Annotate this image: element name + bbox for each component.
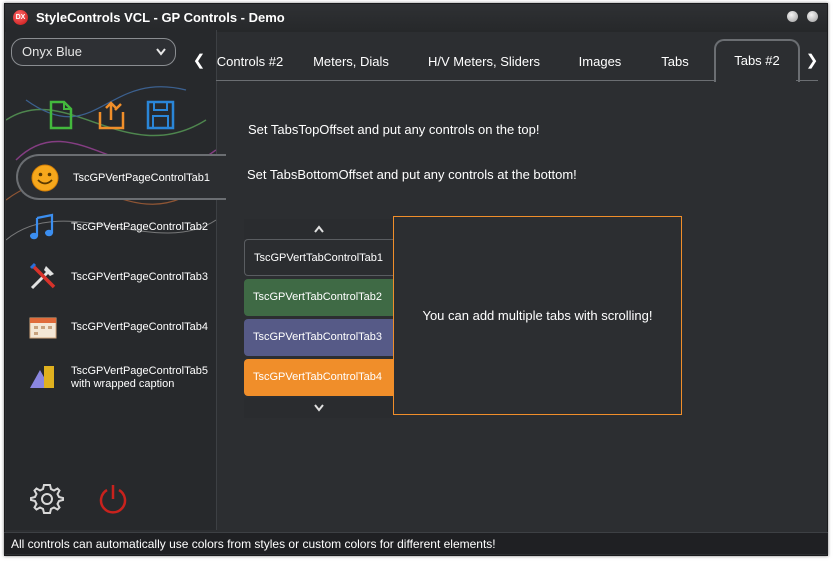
- vertical-tab-label: TscGPVertPageControlTab1: [73, 172, 210, 184]
- style-select[interactable]: Onyx Blue: [11, 38, 176, 66]
- chevron-down-icon: [156, 48, 166, 56]
- vertical-tab-3[interactable]: TscGPVertPageControlTab3: [16, 255, 226, 301]
- vertical-tab-4[interactable]: TscGPVertPageControlTab4: [16, 305, 226, 351]
- vertical-tab-label: TscGPVertPageControlTab2: [71, 221, 208, 233]
- inner-tab-panel: You can add multiple tabs with scrolling…: [393, 216, 682, 415]
- vertical-tab-label-line2: with wrapped caption: [71, 378, 175, 390]
- tab-divider: [216, 80, 714, 81]
- vertical-tab-label-line1: TscGPVertPageControlTab5: [71, 365, 208, 377]
- vertical-tab-2[interactable]: TscGPVertPageControlTab2: [16, 205, 226, 251]
- smiley-icon: [31, 164, 59, 192]
- tab-divider-right: [796, 80, 818, 81]
- tab-meters-dials[interactable]: Meters, Dials: [305, 39, 397, 82]
- inner-tab-1[interactable]: TscGPVertTabControlTab1: [244, 239, 394, 276]
- export-icon[interactable]: [97, 100, 127, 130]
- chevron-down-icon: [314, 404, 324, 412]
- inner-tab-4[interactable]: TscGPVertTabControlTab4: [244, 359, 394, 396]
- gear-icon[interactable]: [30, 482, 64, 516]
- top-offset-text: Set TabsTopOffset and put any controls o…: [248, 122, 540, 137]
- window-title: StyleControls VCL - GP Controls - Demo: [36, 10, 285, 25]
- vertical-tab-label: TscGPVertPageControlTab3: [71, 271, 208, 283]
- vertical-tab-5[interactable]: TscGPVertPageControlTab5 with wrapped ca…: [16, 355, 226, 401]
- tab-tabs[interactable]: Tabs: [650, 39, 700, 82]
- vertical-tab-label: TscGPVertPageControlTab4: [71, 321, 208, 333]
- chevron-up-icon: [314, 225, 324, 233]
- inner-tab-2[interactable]: TscGPVertTabControlTab2: [244, 279, 394, 316]
- music-note-icon: [30, 213, 54, 240]
- tab-hv-meters-sliders[interactable]: H/V Meters, Sliders: [418, 39, 550, 82]
- new-file-icon[interactable]: [48, 100, 74, 130]
- vertical-tab-label: TscGPVertPageControlTab5 with wrapped ca…: [71, 365, 208, 391]
- style-select-value: Onyx Blue: [22, 44, 82, 59]
- inner-tab-3[interactable]: TscGPVertTabControlTab3: [244, 319, 394, 356]
- close-button[interactable]: [807, 11, 818, 22]
- tab-controls-2[interactable]: Controls #2: [205, 39, 295, 82]
- shapes-icon: [30, 366, 54, 388]
- calendar-icon: [29, 317, 57, 339]
- minimize-button[interactable]: [787, 11, 798, 22]
- save-icon[interactable]: [146, 100, 176, 130]
- tab-scroll-left-button[interactable]: ❮: [192, 40, 206, 82]
- tab-tabs-2[interactable]: Tabs #2: [714, 39, 800, 82]
- inner-tab-scroll-down-button[interactable]: [244, 398, 394, 418]
- tab-images[interactable]: Images: [570, 39, 630, 82]
- inner-tab-scroll-up-button[interactable]: [244, 219, 394, 239]
- status-bar: All controls can automatically use color…: [4, 532, 828, 554]
- tab-scroll-right-button[interactable]: ❯: [805, 40, 819, 82]
- title-bar[interactable]: DX StyleControls VCL - GP Controls - Dem…: [5, 4, 827, 32]
- vertical-tab-1[interactable]: TscGPVertPageControlTab1: [16, 154, 226, 200]
- app-logo-icon: DX: [13, 10, 28, 25]
- tools-icon: [29, 262, 56, 290]
- bottom-offset-text: Set TabsBottomOffset and put any control…: [247, 167, 577, 182]
- power-icon[interactable]: [96, 482, 130, 516]
